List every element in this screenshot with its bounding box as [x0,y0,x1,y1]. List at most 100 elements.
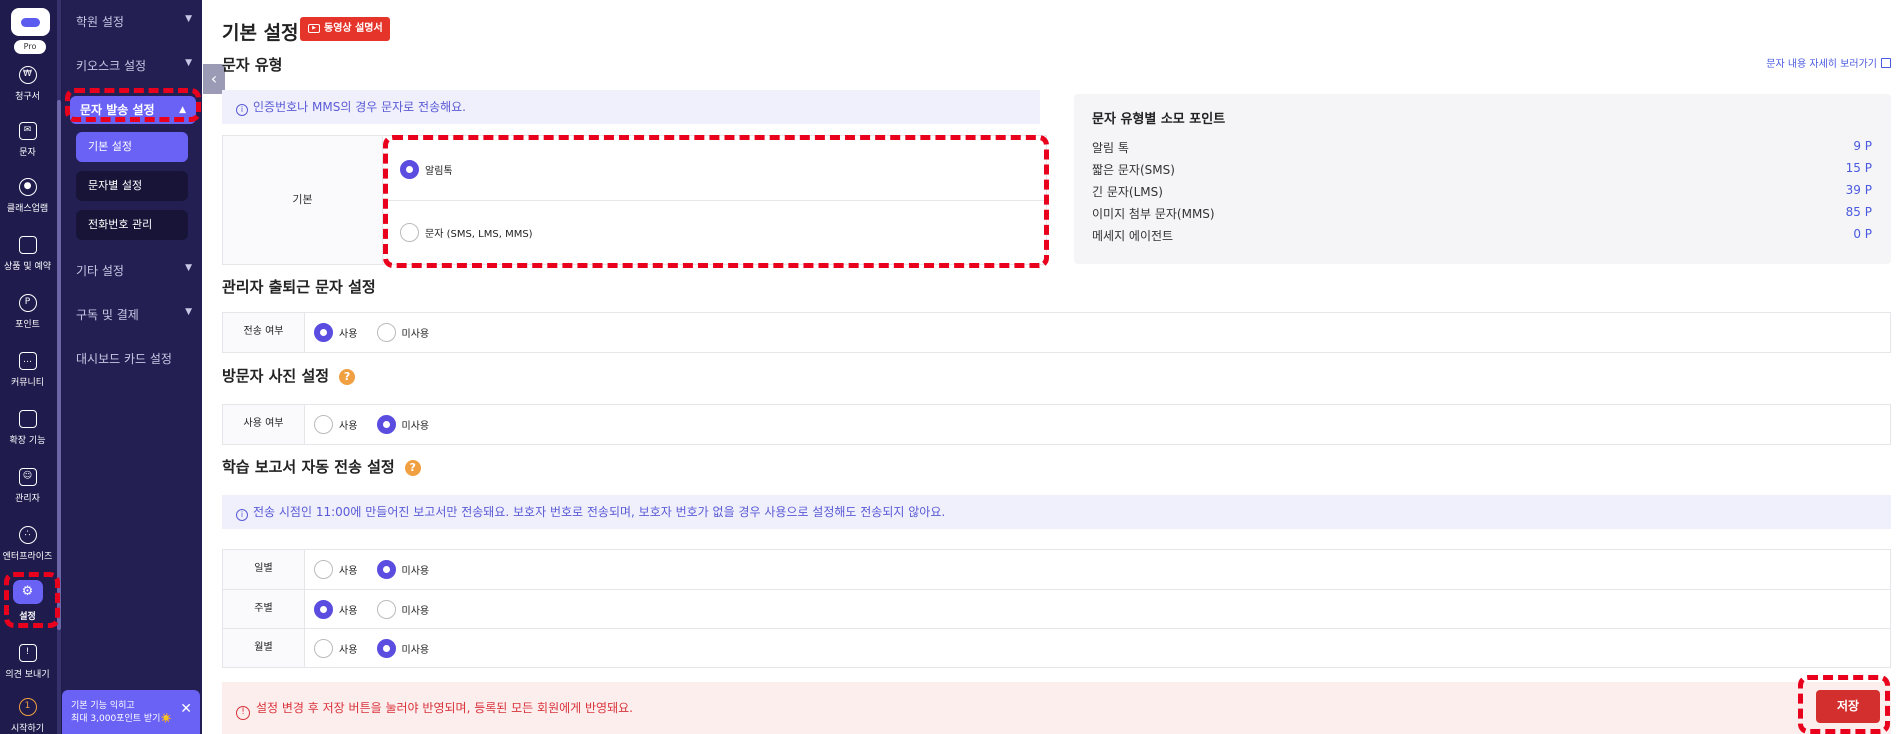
point-row-value: 85 P [1845,205,1872,219]
rail-item-label: 청구서 [15,92,40,102]
rail-scrollbar[interactable] [57,0,61,734]
icon-rail: Pro ₩ 청구서 ✉ 문자 ● 클래스업램 상품 및 예약 P 포인트 … 커… [0,0,62,734]
commute-sms-row: 전송 여부 사용 미사용 [223,313,1890,352]
video-guide-button[interactable]: ▶ 동영상 설명서 [300,17,390,41]
point-icon: P [18,294,37,312]
radio-not-use[interactable] [376,415,396,434]
option-use[interactable]: 사용 [314,559,357,579]
rail-item-sms[interactable]: ✉ 문자 [0,122,55,158]
bag-icon [18,236,37,254]
submenu-kiosk[interactable]: 키오스크 설정 ▼ [76,57,194,74]
rail-item-invoice[interactable]: ₩ 청구서 [0,66,55,102]
radio-use[interactable] [314,600,333,619]
sms-type-table: 기본 알림톡 문자 (SMS, LMS, MMS) [222,135,1047,265]
radio-not-use[interactable] [376,600,396,619]
chevron-down-icon: ▼ [185,14,192,24]
rail-item-start[interactable]: 1 시작하기 [0,698,55,734]
radio-use[interactable] [314,639,333,658]
radio-label: 사용 [339,645,358,656]
save-warning: ! 설정 변경 후 저장 버튼을 눌러야 반영되며, 등록된 모든 회원에게 반영… [222,682,1891,734]
settings-submenu: 학원 설정 ▼ 키오스크 설정 ▼ 문자 발송 설정 ▲ 기본 설정 문자별 설정 전… [62,0,202,734]
submenu-sms-per-type[interactable]: 문자별 설정 [76,171,188,201]
submenu-academy[interactable]: 학원 설정 ▼ [76,13,194,30]
submenu-sms-basic[interactable]: 기본 설정 [76,132,188,162]
radio-not-use[interactable] [376,323,396,342]
point-cost-panel: 문자 유형별 소모 포인트 알림 톡 9 P 짧은 문자(SMS) 15 P 긴 문… [1074,94,1891,264]
report-notice: i 전송 시점인 11:00에 만들어진 보고서만 전송돼요. 보호자 번호로 전… [222,495,1891,529]
warning-icon: ! [236,706,250,720]
submenu-subscription[interactable]: 구독 및 결제 ▼ [76,306,194,323]
radio-not-use[interactable] [376,639,396,658]
close-icon[interactable]: ✕ [180,702,192,716]
rail-item-products[interactable]: 상품 및 예약 [0,236,55,272]
submenu-etc[interactable]: 기타 설정 ▼ [76,262,194,279]
point-row: 메세지 에이전트 0 P [1092,227,1872,244]
option-not-use[interactable]: 미사용 [376,322,429,342]
submenu-label: 기타 설정 [76,264,124,278]
point-row-name: 알림 톡 [1092,141,1129,155]
help-icon[interactable]: ? [404,460,421,476]
rail-item-label: 시작하기 [10,724,45,734]
visitor-photo-options: 사용 미사용 [314,414,443,434]
option-not-use[interactable]: 미사용 [376,414,429,434]
mail-icon: ✉ [18,122,37,140]
sms-type-option-sms[interactable]: 문자 (SMS, LMS, MMS) [383,200,1046,264]
option-not-use[interactable]: 미사용 [376,559,429,579]
visitor-photo-table: 사용 여부 사용 미사용 [222,404,1891,445]
rail-item-label: 포인트 [15,320,40,330]
point-row-name: 메세지 에이전트 [1092,229,1174,243]
submenu-sms-phone[interactable]: 전화번호 관리 [76,210,188,240]
radio-use[interactable] [314,323,333,342]
submenu-sms[interactable]: 문자 발송 설정 ▲ [70,96,196,124]
radio-use[interactable] [314,560,333,579]
point-row-value: 15 P [1845,161,1872,175]
gear-icon: ⚙ [12,580,43,604]
onboarding-tip[interactable]: 기본 기능 익히고 최대 3,000포인트 받기☀️ ✕ [62,690,200,734]
submenu-dashboard[interactable]: 대시보드 카드 설정 [76,350,194,367]
location-icon: ● [18,178,37,196]
radio-not-use[interactable] [376,560,396,579]
rail-item-community[interactable]: … 커뮤니티 [0,352,55,388]
option-use[interactable]: 사용 [314,414,357,434]
info-icon: i [236,104,248,116]
chevron-down-icon: ▼ [185,307,192,317]
report-weekly-options: 사용 미사용 [314,599,443,619]
rail-item-enterprise[interactable]: ∴ 엔터프라이즈 [0,526,55,562]
rail-item-points[interactable]: P 포인트 [0,294,55,330]
radio-sms[interactable] [400,223,419,242]
radio-alimtalk[interactable] [400,160,419,179]
option-not-use[interactable]: 미사용 [376,599,429,619]
option-use[interactable]: 사용 [314,599,357,619]
save-button[interactable]: 저장 [1816,690,1880,723]
rail-item-label: 클래스업램 [6,204,49,214]
app-logo[interactable] [11,8,50,36]
commute-sms-table: 전송 여부 사용 미사용 [222,312,1891,353]
rail-item-class[interactable]: ● 클래스업램 [0,178,55,214]
rail-item-label: 확장 기능 [9,436,46,446]
rail-item-extensions[interactable]: 확장 기능 [0,410,55,446]
chat-icon: … [18,352,37,370]
report-row-monthly: 월별 사용 미사용 [223,628,1890,667]
option-not-use[interactable]: 미사용 [376,638,429,658]
play-icon: ▶ [308,24,320,33]
sms-detail-link[interactable]: 문자 내용 자세히 보러가기 [1766,55,1891,70]
sms-type-option-alimtalk[interactable]: 알림톡 [383,136,1046,200]
rail-item-settings[interactable]: ⚙ 설정 [0,580,55,622]
notice-text: 인증번호나 MMS의 경우 문자로 전송해요. [253,100,466,114]
radio-label: 사용 [339,606,358,617]
submenu-label: 키오스크 설정 [76,59,147,73]
radio-use[interactable] [314,415,333,434]
option-use[interactable]: 사용 [314,322,357,342]
won-icon: ₩ [18,66,37,84]
rail-item-feedback[interactable]: ! 의견 보내기 [0,644,55,680]
external-link-icon [1881,58,1891,68]
commute-sms-options: 사용 미사용 [314,322,443,342]
rail-item-admin[interactable]: ☺ 관리자 [0,468,55,504]
scrollbar-thumb[interactable] [57,100,61,630]
option-use[interactable]: 사용 [314,638,357,658]
radio-label: 사용 [339,421,358,432]
page-title: 기본 설정 [222,22,299,44]
pro-badge: Pro [14,40,46,54]
help-icon[interactable]: ? [339,369,356,385]
point-row-name: 짧은 문자(SMS) [1092,163,1175,177]
